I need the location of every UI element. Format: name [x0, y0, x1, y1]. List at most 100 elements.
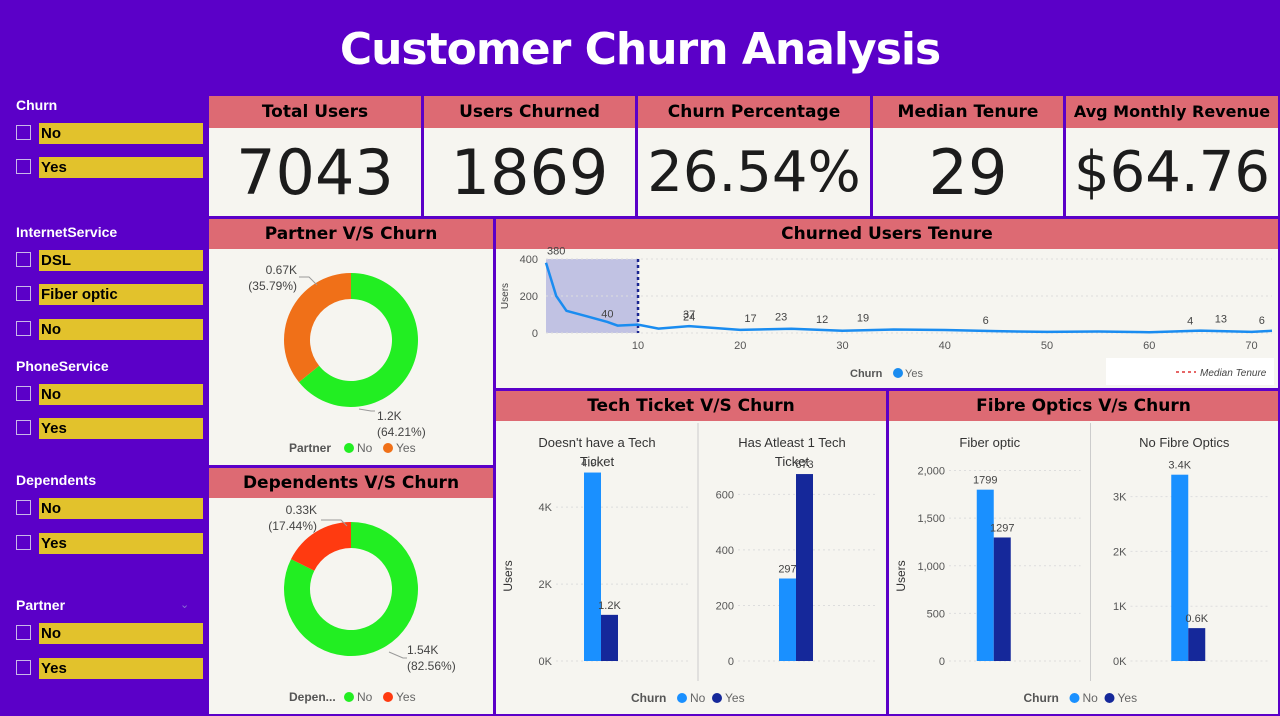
checkbox[interactable] — [16, 252, 31, 267]
fibre-optics-panel: Fibre Optics V/s Churn Users Fiber optic 0… — [889, 391, 1278, 714]
x-tick-label: 20 — [734, 340, 746, 352]
kpi-card-users-churned: Users Churned 1869 — [424, 96, 635, 216]
slicer-churn-label: Churn — [16, 97, 58, 113]
y-tick-label: 3K — [1113, 492, 1127, 504]
legend-dot-yes — [712, 693, 722, 703]
leader-line — [358, 408, 375, 412]
y-tick-label: 400 — [520, 254, 538, 266]
legend-label-no: No — [357, 690, 373, 704]
y-tick-label: 2,000 — [917, 466, 945, 478]
data-label: 4 — [1187, 315, 1193, 327]
panel-title: Doesn't have a Tech — [538, 435, 655, 450]
bar-yes — [1188, 628, 1206, 661]
option-label: No — [39, 623, 203, 644]
kpi-value: 7043 — [236, 136, 394, 209]
x-tick-label: 70 — [1245, 340, 1257, 352]
legend-dot-yes — [1104, 693, 1115, 703]
slicer-phone-option-no[interactable]: No — [16, 384, 203, 405]
kpi-label: Churn Percentage — [638, 96, 870, 128]
leader-line — [388, 651, 407, 659]
legend-title: Churn — [850, 368, 883, 380]
data-label: 19 — [857, 312, 869, 324]
slicer-churn-option-no[interactable]: No — [16, 123, 203, 144]
y-tick-label: 200 — [716, 600, 734, 612]
option-label: Yes — [39, 157, 203, 178]
checkbox[interactable] — [16, 286, 31, 301]
checkbox[interactable] — [16, 125, 31, 140]
slicer-partner-option-no[interactable]: No — [16, 623, 203, 644]
bar-no — [1171, 474, 1189, 661]
slice-label-value: 1.2K — [377, 409, 402, 423]
checkbox[interactable] — [16, 660, 31, 675]
option-label: No — [39, 319, 203, 340]
legend-dot-yes — [893, 368, 903, 378]
slicer-partner-option-yes[interactable]: Yes — [16, 658, 203, 679]
kpi-card-median-tenure: Median Tenure 29 — [873, 96, 1063, 216]
legend-title: Churn — [631, 691, 666, 705]
kpi-label: Users Churned — [424, 96, 635, 128]
y-tick-label: 2K — [1113, 546, 1127, 558]
panel-title: Has Atleast 1 Tech — [738, 435, 845, 450]
y-tick-label: 0 — [532, 328, 538, 340]
kpi-card-avg-monthly-revenue: Avg Monthly Revenue $64.76 — [1066, 96, 1278, 216]
x-tick-label: 50 — [1041, 340, 1053, 352]
y-tick-label: 2K — [539, 579, 553, 591]
data-label: 12 — [816, 314, 828, 326]
slicer-internet-option-no[interactable]: No — [16, 319, 203, 340]
panel-title: Fiber optic — [959, 435, 1020, 450]
checkbox[interactable] — [16, 500, 31, 515]
legend-dot-yes — [383, 692, 393, 702]
kpi-card-total-users: Total Users 7043 — [209, 96, 421, 216]
y-tick-label: 4K — [539, 502, 553, 514]
legend-label-yes: Yes — [1118, 691, 1138, 705]
slicer-internet-option-dsl[interactable]: DSL — [16, 250, 203, 271]
kpi-value: $64.76 — [1074, 140, 1270, 205]
bar-yes — [601, 614, 618, 661]
legend-title: Depen... — [289, 690, 336, 704]
option-label: Yes — [39, 418, 203, 439]
slicer-dependents-option-yes[interactable]: Yes — [16, 533, 203, 554]
option-label: No — [39, 123, 203, 144]
legend-label-yes: Yes — [725, 691, 745, 705]
data-label: 37 — [683, 309, 695, 321]
slicer-dependents-option-no[interactable]: No — [16, 498, 203, 519]
option-label: Fiber optic — [39, 284, 203, 305]
legend-label-yes: Yes — [396, 441, 416, 455]
bar-no — [584, 472, 601, 661]
bar-yes — [993, 537, 1011, 661]
checkbox[interactable] — [16, 420, 31, 435]
kpi-label: Total Users — [209, 96, 421, 128]
series-line-yes — [544, 262, 1273, 334]
dependents-churn-panel: Dependents V/S Churn 1.54K (82.56%) 0.33K(… — [209, 468, 493, 714]
slice-label-percent: (17.44%) — [268, 519, 317, 533]
slicer-phone-option-yes[interactable]: Yes — [16, 418, 203, 439]
checkbox[interactable] — [16, 535, 31, 550]
y-axis-label: Users — [501, 560, 515, 591]
kpi-label: Avg Monthly Revenue — [1066, 96, 1278, 128]
dashboard-title: Customer Churn Analysis — [339, 24, 941, 75]
data-label: 13 — [1215, 314, 1227, 326]
data-label: 6 — [1259, 315, 1265, 327]
kpi-value: 1869 — [450, 136, 609, 209]
checkbox[interactable] — [16, 625, 31, 640]
slice-label-value: 1.54K — [407, 643, 438, 657]
legend-dot-no — [1069, 693, 1080, 703]
slice-label-percent: (64.21%) — [377, 425, 426, 439]
checkbox[interactable] — [16, 386, 31, 401]
slice-label-value: 0.67K — [266, 263, 297, 277]
x-tick-label: 60 — [1143, 340, 1155, 352]
chevron-down-icon[interactable]: ⌄ — [180, 598, 189, 611]
legend-label-no: No — [357, 441, 373, 455]
checkbox[interactable] — [16, 159, 31, 174]
legend-label-yes: Yes — [396, 690, 416, 704]
slice-label-percent: (82.56%) — [407, 659, 456, 673]
y-tick-label: 600 — [716, 489, 734, 501]
legend-dot-no — [344, 443, 354, 453]
tech-ticket-panel: Tech Ticket V/S Churn Users Doesn't have … — [496, 391, 886, 714]
slicer-churn-option-yes[interactable]: Yes — [16, 157, 203, 178]
bar-data-label: 1799 — [973, 475, 997, 487]
y-tick-label: 0 — [939, 656, 945, 668]
checkbox[interactable] — [16, 321, 31, 336]
y-tick-label: 400 — [716, 545, 734, 557]
slicer-internet-option-fiber[interactable]: Fiber optic — [16, 284, 203, 305]
